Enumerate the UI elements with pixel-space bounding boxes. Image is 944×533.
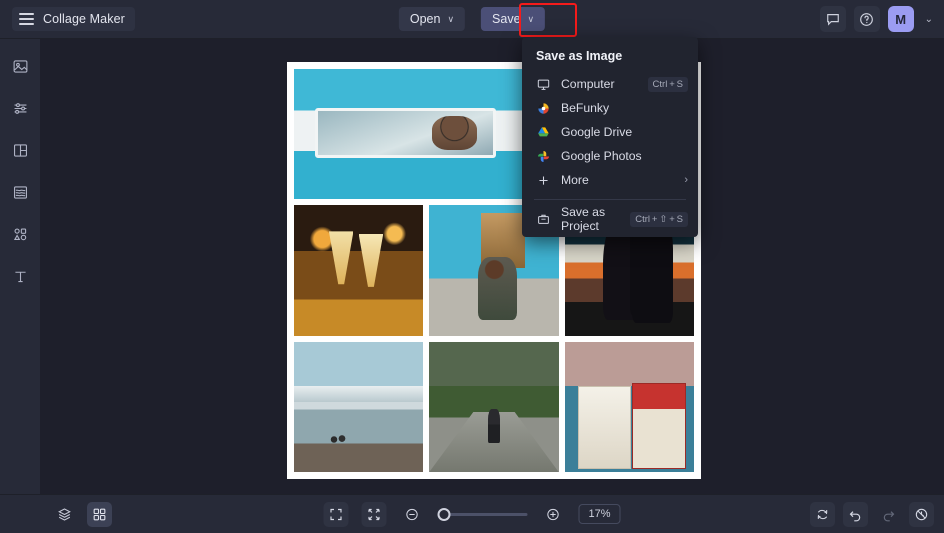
zoom-controls: 17% bbox=[323, 501, 621, 527]
chevron-right-icon: › bbox=[684, 174, 688, 186]
sliders-icon bbox=[14, 102, 26, 114]
open-label: Open bbox=[409, 12, 441, 26]
graphics-icon bbox=[13, 228, 26, 240]
menu-item-google-photos[interactable]: Google Photos bbox=[522, 144, 698, 168]
reset-button[interactable] bbox=[810, 501, 835, 527]
photo-van-thumbs-up[interactable] bbox=[294, 69, 559, 200]
sidebar-item-layouts[interactable] bbox=[5, 135, 35, 165]
zoom-slider[interactable] bbox=[437, 507, 528, 521]
bottom-right-tools bbox=[810, 501, 934, 527]
sidebar-item-graphics[interactable] bbox=[5, 219, 35, 249]
zoom-level-value[interactable]: 17% bbox=[578, 504, 621, 524]
save-project-icon bbox=[536, 213, 551, 226]
grid-icon bbox=[93, 508, 106, 520]
zoom-out-icon bbox=[406, 508, 418, 520]
reset-icon bbox=[817, 509, 828, 519]
save-label: Save bbox=[492, 12, 521, 26]
fit-content-button[interactable] bbox=[361, 501, 387, 527]
fit-screen-button[interactable] bbox=[323, 501, 349, 527]
menu-label: Computer bbox=[561, 77, 615, 91]
sidebar-item-text[interactable] bbox=[5, 261, 35, 291]
layout-icon bbox=[13, 143, 27, 157]
zoom-slider-handle[interactable] bbox=[437, 507, 451, 521]
canvas-area[interactable] bbox=[40, 39, 944, 494]
help-circle-icon bbox=[860, 12, 873, 26]
help-button[interactable] bbox=[853, 6, 880, 32]
save-menu-title: Save as Image bbox=[536, 49, 623, 63]
menu-label: BeFunky bbox=[561, 101, 610, 115]
image-icon bbox=[13, 59, 27, 73]
save-dropdown-menu: Save as Image Computer Ctrl + S BeFunky … bbox=[522, 37, 698, 237]
menu-item-befunky[interactable]: BeFunky bbox=[522, 96, 698, 120]
photo-travel-book[interactable] bbox=[564, 341, 694, 472]
zoom-in-button[interactable] bbox=[541, 502, 566, 527]
menu-divider bbox=[534, 199, 686, 200]
app-menu-button[interactable]: Collage Maker bbox=[12, 7, 135, 31]
photo-tropical-road[interactable] bbox=[429, 341, 559, 472]
save-button[interactable]: Save ∨ bbox=[481, 7, 546, 31]
menu-label: More bbox=[561, 173, 589, 187]
zoom-in-icon bbox=[547, 508, 559, 520]
background-icon bbox=[13, 185, 27, 199]
account-chevron-down-icon[interactable]: ⌄ bbox=[922, 14, 936, 25]
photo-champagne-toast[interactable] bbox=[294, 205, 424, 336]
fit-content-icon bbox=[368, 508, 380, 520]
layers-button[interactable] bbox=[52, 502, 77, 527]
menu-item-computer[interactable]: Computer Ctrl + S bbox=[522, 72, 698, 96]
photo-lake-mountains[interactable] bbox=[294, 341, 424, 472]
history-button[interactable] bbox=[909, 501, 934, 527]
hamburger-icon bbox=[19, 13, 34, 25]
sidebar-item-backgrounds[interactable] bbox=[5, 177, 35, 207]
zoom-out-button[interactable] bbox=[400, 502, 425, 527]
redo-icon bbox=[883, 510, 895, 521]
menu-item-save-as-project[interactable]: Save as Project Ctrl + ⇧ + S bbox=[522, 205, 698, 233]
bottom-left-tools bbox=[52, 501, 112, 527]
befunky-icon bbox=[536, 102, 551, 115]
app-title: Collage Maker bbox=[43, 12, 125, 26]
bottom-toolbar: 17% bbox=[0, 494, 944, 533]
undo-icon bbox=[849, 510, 861, 521]
google-photos-icon bbox=[536, 150, 551, 163]
fit-screen-icon bbox=[330, 508, 342, 520]
computer-icon bbox=[536, 78, 551, 91]
left-sidebar bbox=[0, 39, 40, 494]
text-icon bbox=[14, 271, 26, 282]
header-right-tools: M ⌄ bbox=[819, 6, 936, 32]
sidebar-item-image-manager[interactable] bbox=[5, 51, 35, 81]
history-icon bbox=[915, 508, 928, 520]
menu-shortcut: Ctrl + S bbox=[647, 76, 688, 92]
menu-item-google-drive[interactable]: Google Drive bbox=[522, 120, 698, 144]
layers-icon bbox=[58, 507, 71, 521]
app-root: Collage Maker Open ∨ Save ∨ M ⌄ Save as … bbox=[0, 0, 944, 533]
menu-item-more[interactable]: More › bbox=[522, 168, 698, 192]
chevron-down-icon: ∨ bbox=[527, 13, 535, 24]
plus-icon bbox=[536, 174, 551, 187]
header-center-tools: Open ∨ Save ∨ bbox=[398, 7, 546, 31]
open-button[interactable]: Open ∨ bbox=[398, 7, 466, 31]
feedback-button[interactable] bbox=[819, 6, 846, 32]
feedback-icon bbox=[826, 14, 839, 26]
undo-button[interactable] bbox=[843, 501, 868, 527]
avatar[interactable]: M bbox=[887, 6, 914, 32]
menu-label: Save as Project bbox=[561, 205, 606, 233]
sidebar-item-edit-adjust[interactable] bbox=[5, 93, 35, 123]
menu-shortcut: Ctrl + ⇧ + S bbox=[630, 211, 688, 227]
google-drive-icon bbox=[536, 126, 551, 139]
grid-view-button[interactable] bbox=[87, 501, 112, 527]
redo-button[interactable] bbox=[876, 502, 901, 527]
top-header: Collage Maker Open ∨ Save ∨ M ⌄ bbox=[0, 0, 944, 39]
chevron-down-icon: ∨ bbox=[447, 13, 455, 24]
menu-label: Google Drive bbox=[561, 125, 633, 139]
menu-label: Google Photos bbox=[561, 149, 642, 163]
